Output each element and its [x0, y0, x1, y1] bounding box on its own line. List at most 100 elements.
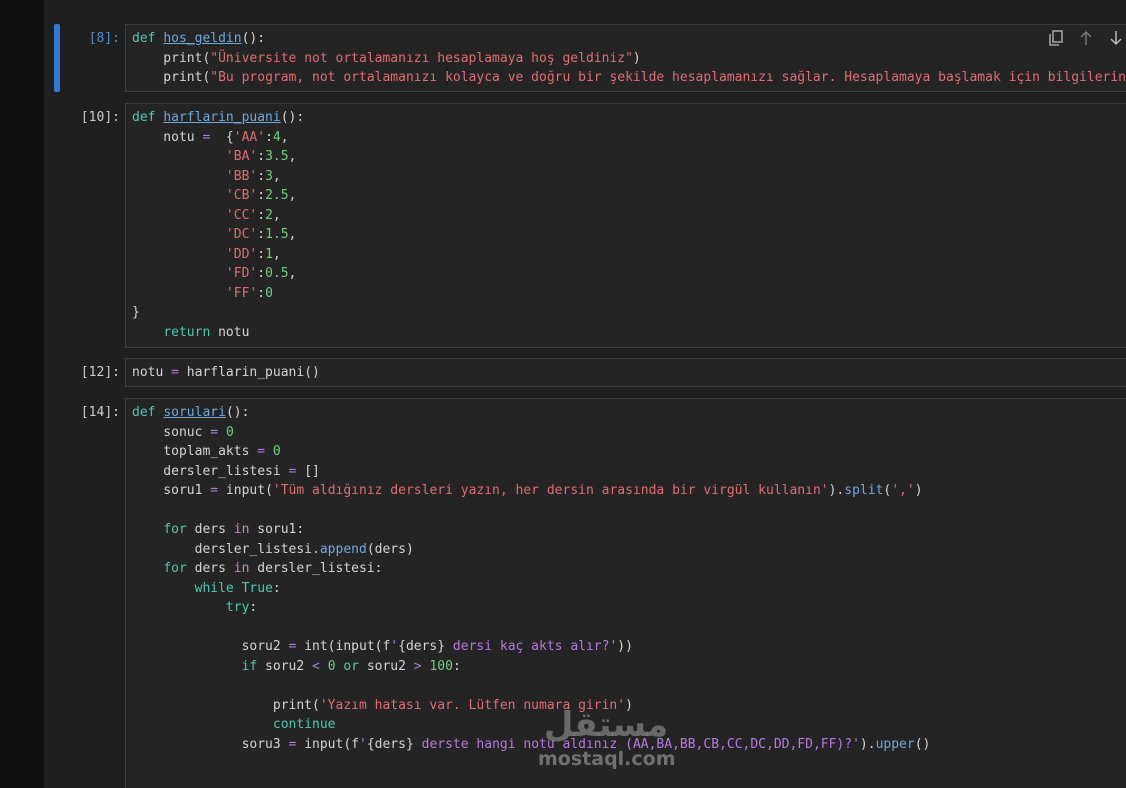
code-token: soru1:	[249, 522, 305, 537]
code-token: print(	[132, 50, 211, 66]
code-token: ))	[617, 639, 633, 654]
code-token: 0.5	[265, 266, 289, 281]
code-token: dersler_listesi	[132, 463, 289, 479]
code-editor[interactable]: def harflarin_puani(): notu = {'AA':4, '…	[125, 103, 1126, 348]
code-line: print("Bu program, not ortalamanızı kola…	[132, 68, 1126, 88]
code-line: print("Üniversite not ortalamanızı hesap…	[132, 49, 1123, 69]
code-token: :	[257, 285, 266, 301]
code-token: harflarin_puani	[163, 110, 281, 125]
code-token: int(input(f	[296, 639, 391, 654]
code-token: ders	[186, 522, 234, 537]
code-line: dersler_listesi = []	[132, 462, 1123, 482]
code-token: 'Yazım hatası var. Lütfen numara girin'	[319, 697, 626, 713]
code-token: sonuc	[132, 424, 211, 440]
code-text[interactable]: def sorulari(): sonuc = 0 toplam_akts = …	[126, 399, 1126, 758]
code-token: :	[257, 149, 266, 164]
code-line: }	[132, 303, 1123, 323]
code-editor[interactable]: notu = harflarin_puani()	[125, 358, 1126, 387]
code-text[interactable]: def hos_geldin(): print("Üniversite not …	[126, 25, 1126, 91]
code-token: try	[225, 600, 250, 615]
code-token: 'AA'	[233, 129, 266, 145]
code-token: :	[257, 227, 266, 242]
code-token: '	[390, 639, 399, 654]
code-token: ','	[891, 483, 915, 498]
code-token: hos_geldin	[163, 31, 242, 46]
code-line: while True:	[132, 579, 1123, 599]
code-token: harflarin_puani()	[178, 365, 320, 380]
code-token: ,	[280, 129, 289, 145]
code-token: ).	[859, 736, 876, 752]
code-cell[interactable]: [14]: def sorulari(): sonuc = 0 toplam_a…	[44, 398, 1126, 788]
code-token: notu	[132, 129, 203, 145]
code-line: sonuc = 0	[132, 423, 1123, 443]
code-editor[interactable]: def sorulari(): sonuc = 0 toplam_akts = …	[125, 398, 1126, 788]
code-token: {ders}	[398, 639, 446, 654]
code-cell[interactable]: [10]: def harflarin_puani(): notu = {'AA…	[44, 103, 1126, 348]
execution-count: [8]:	[88, 31, 120, 46]
code-token: 'CC'	[225, 207, 258, 223]
code-token: 'DC'	[225, 227, 258, 242]
code-token: for	[163, 522, 187, 537]
code-text[interactable]: notu = harflarin_puani()	[126, 359, 1126, 386]
execution-count: [10]:	[80, 110, 120, 125]
code-token: =	[257, 444, 266, 459]
code-line: notu = harflarin_puani()	[132, 363, 1123, 383]
code-token: def	[132, 405, 164, 420]
code-token: (ders)	[366, 541, 414, 557]
arrow-up-icon[interactable]	[1076, 28, 1096, 48]
code-token: True	[241, 580, 273, 596]
code-token: soru3	[132, 736, 289, 752]
code-token: 100	[429, 658, 453, 674]
code-cell[interactable]: [8]: def hos_geldin(): print("Üniversite…	[44, 24, 1126, 92]
code-line: continue	[132, 715, 1123, 735]
code-token: :	[272, 580, 281, 596]
code-line: for ders in soru1:	[132, 520, 1123, 540]
code-token: )	[632, 50, 641, 66]
code-cell[interactable]: [12]: notu = harflarin_puani()	[44, 358, 1126, 387]
code-line: print('Yazım hatası var. Lütfen numara g…	[132, 696, 1123, 716]
code-line: notu = {'AA':4,	[132, 128, 1123, 148]
code-token: print(	[132, 70, 211, 85]
code-text[interactable]: def harflarin_puani(): notu = {'AA':4, '…	[126, 104, 1126, 346]
code-line: return notu	[132, 323, 1123, 343]
code-token: "Bu program, not ortalamanızı kolayca ve…	[210, 70, 1126, 85]
code-token: toplam_akts	[132, 444, 258, 459]
code-line: dersler_listesi.append(ders)	[132, 540, 1123, 560]
code-token: 'DD'	[225, 246, 258, 262]
code-token: sorulari	[163, 405, 226, 420]
code-line: def sorulari():	[132, 403, 1123, 423]
code-line: soru3 = input(f'{ders} derste hangi notu…	[132, 735, 1123, 755]
code-editor[interactable]: def hos_geldin(): print("Üniversite not …	[125, 24, 1126, 92]
arrow-down-icon[interactable]	[1106, 28, 1126, 48]
code-token: []	[296, 463, 320, 479]
code-token: 0	[225, 424, 234, 440]
code-token: :	[452, 658, 461, 674]
code-token: 1	[265, 246, 273, 262]
code-token: ,	[288, 266, 297, 281]
copy-icon[interactable]	[1046, 28, 1066, 48]
code-token: continue	[272, 717, 336, 732]
code-token: )	[625, 697, 633, 713]
execution-count: [12]:	[80, 365, 120, 380]
code-line: toplam_akts = 0	[132, 442, 1123, 462]
code-token: print(	[132, 697, 320, 713]
code-token: def	[132, 31, 164, 46]
code-token: =	[171, 365, 179, 380]
code-token: split	[844, 483, 884, 498]
code-token: >	[413, 658, 422, 674]
code-line: 'BA':3.5,	[132, 147, 1123, 167]
code-token: ,	[272, 168, 281, 184]
code-token: =	[210, 424, 219, 440]
code-token: in	[233, 522, 250, 537]
code-token: "Üniversite not ortalamanızı hesaplamaya…	[210, 50, 633, 66]
code-line: 'CC':2,	[132, 206, 1123, 226]
code-line: 'BB':3,	[132, 167, 1123, 187]
